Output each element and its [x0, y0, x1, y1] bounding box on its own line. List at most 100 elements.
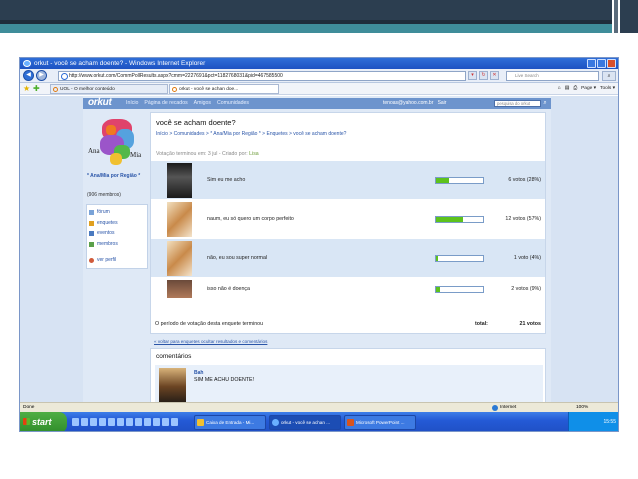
vote-bar [435, 177, 484, 184]
windows-taskbar: start Caixa de Entrada - Mi... orkut - v… [20, 412, 618, 431]
quicklaunch-icon[interactable] [108, 418, 115, 426]
quicklaunch-icon[interactable] [99, 418, 106, 426]
refresh-icon[interactable]: ↻ [479, 71, 488, 80]
start-button[interactable]: start [20, 412, 67, 431]
vote-count: 1 voto (4%) [513, 255, 541, 261]
menu-membros[interactable]: membros [87, 239, 147, 250]
total-label: total: [475, 321, 488, 327]
search-input[interactable]: Live Search [506, 71, 599, 81]
user-email: tenoas@yahoo.com.br Sair [383, 100, 447, 106]
taskbar-item-powerpoint[interactable]: Microsoft PowerPoint ... [344, 415, 416, 430]
ie-icon [23, 60, 31, 67]
quicklaunch-icon[interactable] [126, 418, 133, 426]
powerpoint-icon [347, 419, 354, 426]
taskbar-item-ie[interactable]: orkut - você se achan ... [269, 415, 341, 430]
breadcrumb[interactable]: Início > Comunidades > * Ana/Mia por Reg… [156, 131, 346, 137]
back-button[interactable]: ◀ [23, 70, 34, 81]
quicklaunch-icon[interactable] [162, 418, 169, 426]
poll-closed-notice: O período de votação desta enquete termi… [155, 321, 264, 327]
poll-main: você se acham doente? Início > Comunidad… [150, 112, 546, 402]
window-controls [587, 59, 616, 68]
vote-count: 12 votos (57%) [505, 216, 541, 222]
system-tray: 15:55 [568, 412, 618, 431]
taskbar-item-mail[interactable]: Caixa de Entrada - Mi... [194, 415, 266, 430]
quicklaunch-icon[interactable] [72, 418, 79, 426]
menu-eventos[interactable]: eventos [87, 228, 147, 239]
print-icon[interactable]: ⎙ [573, 84, 577, 94]
page-menu[interactable]: Page ▾ [581, 84, 596, 94]
dropdown-icon[interactable]: ▾ [468, 71, 477, 80]
page-viewport: orkut Início Página de recados Amigos Co… [20, 96, 618, 402]
quicklaunch-icon[interactable] [135, 418, 142, 426]
window-titlebar: orkut - você se acham doente? - Windows … [20, 58, 618, 69]
feeds-icon[interactable]: ▤ [565, 84, 570, 94]
nav-inicio[interactable]: Início [126, 98, 138, 109]
search-icon[interactable]: ⌕ [602, 71, 616, 81]
address-toolbar: ◀ ▶ http://www.orkut.com/CommPollResults… [20, 69, 618, 83]
orkut-search-icon[interactable]: ⌕ [541, 99, 549, 108]
orkut-search-input[interactable]: pesquisa do orkut [494, 100, 541, 107]
answer-image [167, 202, 192, 237]
clock[interactable]: 15:55 [603, 419, 616, 425]
events-icon [89, 231, 94, 236]
community-name[interactable]: * Ana/Mia por Região * [87, 173, 147, 179]
address-actions: ▾ ↻ ✕ [468, 71, 499, 80]
menu-forum[interactable]: fórum [87, 207, 147, 218]
poll-title: você se acham doente? [156, 118, 236, 127]
browser-window: orkut - você se acham doente? - Windows … [19, 57, 619, 432]
tab-orkut[interactable]: orkut - você se achan doe... [169, 84, 279, 94]
close-button[interactable] [607, 59, 616, 68]
maximize-button[interactable] [597, 59, 606, 68]
vote-bar [435, 255, 484, 262]
quicklaunch-icon[interactable] [117, 418, 124, 426]
tools-menu[interactable]: Tools ▾ [600, 84, 615, 94]
nav-amigos[interactable]: Amigos [194, 98, 211, 109]
zoom-level[interactable]: 100% [576, 403, 588, 412]
quicklaunch-icon[interactable] [81, 418, 88, 426]
mail-icon [197, 419, 204, 426]
community-map-image: Ana Mia [86, 113, 146, 173]
nav-recados[interactable]: Página de recados [144, 98, 187, 109]
poll-answer: Sim eu me acho [207, 177, 246, 183]
favorites-star-icon[interactable]: ★ [23, 84, 30, 94]
status-bar: Done Internet 100% [20, 402, 618, 412]
nav-comunidades[interactable]: Comunidades [217, 98, 249, 109]
quicklaunch-icon[interactable] [171, 418, 178, 426]
answer-image [167, 163, 192, 198]
add-favorite-icon[interactable]: ✚ [33, 84, 40, 94]
comment-item: Bah SIM ME ACHU DOENTE! [155, 365, 543, 402]
profile-icon [89, 258, 94, 263]
quicklaunch-icon[interactable] [144, 418, 151, 426]
slide-header-decoration [0, 0, 638, 36]
quicklaunch-icon[interactable] [153, 418, 160, 426]
address-field[interactable]: http://www.orkut.com/CommPollResults.asp… [58, 71, 466, 81]
poll-answer: não, eu sou super normal [207, 255, 268, 261]
poll-answer: isso não é doença [207, 286, 250, 292]
menu-enquetes[interactable]: enquetes [87, 218, 147, 229]
slide-header-divider [614, 0, 618, 33]
minimize-button[interactable] [587, 59, 596, 68]
orkut-logo[interactable]: orkut [88, 97, 112, 108]
home-icon[interactable]: ⌂ [558, 84, 561, 94]
comments-panel: comentários Bah SIM ME ACHU DOENTE! [150, 348, 546, 402]
poll-meta: Votação terminou em: 3 jul - Criado por:… [156, 151, 259, 157]
map-label-ana: Ana [88, 147, 100, 155]
comment-author[interactable]: Bah [194, 370, 203, 376]
orkut-page: orkut Início Página de recados Amigos Co… [83, 96, 551, 402]
forward-button[interactable]: ▶ [36, 70, 47, 81]
orkut-header: orkut Início Página de recados Amigos Co… [83, 97, 551, 109]
tab-uol[interactable]: UOL - O melhor conteúdo [50, 84, 168, 94]
logout-link[interactable]: Sair [438, 100, 447, 106]
windows-flag-icon [23, 418, 30, 425]
answer-image [167, 280, 192, 298]
poll-links[interactable]: « voltar para enquetes ocultar resultado… [154, 339, 267, 344]
quicklaunch-icon[interactable] [90, 418, 97, 426]
vote-count: 6 votos (28%) [508, 177, 541, 183]
stop-icon[interactable]: ✕ [490, 71, 499, 80]
community-members-count: (906 membros) [87, 192, 121, 198]
poll-creator-link[interactable]: Lisa [249, 151, 259, 157]
comments-title: comentários [156, 353, 192, 360]
avatar[interactable] [159, 368, 186, 402]
menu-ver-perfil[interactable]: ver perfil [87, 255, 147, 266]
poll-row: isso não é doença 2 votos (9%) [151, 278, 545, 300]
